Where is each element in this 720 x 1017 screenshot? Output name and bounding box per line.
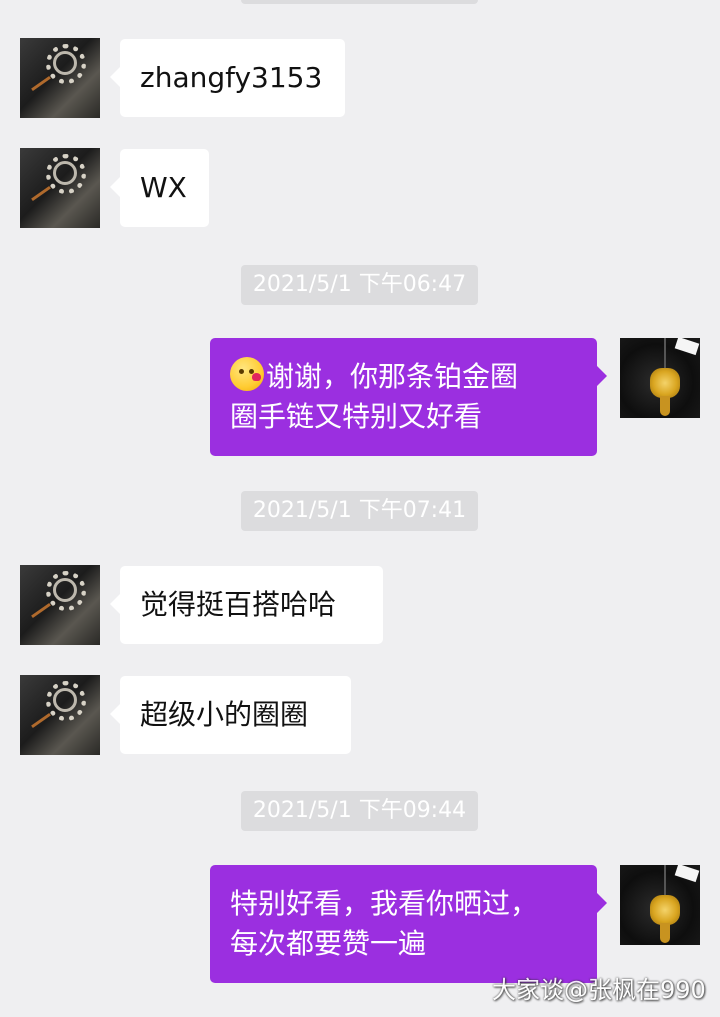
message-text: 觉得挺百搭哈哈 (140, 588, 337, 621)
received-message-bubble[interactable]: zhangfy3153 (110, 39, 345, 117)
message-row: 超级小的圈圈 (0, 675, 720, 755)
contact-avatar[interactable] (20, 675, 100, 755)
contact-avatar[interactable] (20, 148, 100, 228)
kissing-heart-emoji-icon (230, 357, 264, 391)
message-row: WX (0, 148, 720, 228)
message-row: 特别好看，我看你晒过， 每次都要赞一遍 (0, 865, 720, 983)
message-text: 特别好看，我看你晒过， 每次都要赞一遍 (230, 887, 539, 960)
received-message-bubble[interactable]: 觉得挺百搭哈哈 (110, 566, 383, 644)
message-text: 超级小的圈圈 (140, 698, 309, 731)
chat-window[interactable]: zhangfy3153 WX 2021/5/1 下午06:47 谢谢，你那条铂金… (0, 0, 720, 1017)
message-row: zhangfy3153 (0, 38, 720, 118)
contact-avatar[interactable] (20, 38, 100, 118)
user-avatar[interactable] (620, 338, 700, 418)
timestamp: 2021/5/1 下午07:41 (241, 491, 478, 531)
sent-message-bubble[interactable]: 谢谢，你那条铂金圈 圈手链又特别又好看 (210, 338, 607, 456)
timestamp: 2021/5/1 下午06:47 (241, 265, 478, 305)
user-avatar[interactable] (620, 865, 700, 945)
message-row: 觉得挺百搭哈哈 (0, 565, 720, 645)
message-row: 谢谢，你那条铂金圈 圈手链又特别又好看 (0, 338, 720, 456)
watermark: 大家谈@张枫在990 (492, 976, 706, 1004)
received-message-bubble[interactable]: WX (110, 149, 209, 227)
timestamp-partial (241, 0, 478, 4)
sent-message-bubble[interactable]: 特别好看，我看你晒过， 每次都要赞一遍 (210, 865, 607, 983)
timestamp: 2021/5/1 下午09:44 (241, 791, 478, 831)
contact-avatar[interactable] (20, 565, 100, 645)
message-text: zhangfy3153 (140, 61, 323, 94)
received-message-bubble[interactable]: 超级小的圈圈 (110, 676, 351, 754)
message-text: 谢谢，你那条铂金圈 圈手链又特别又好看 (230, 357, 577, 437)
message-text: WX (140, 171, 187, 204)
